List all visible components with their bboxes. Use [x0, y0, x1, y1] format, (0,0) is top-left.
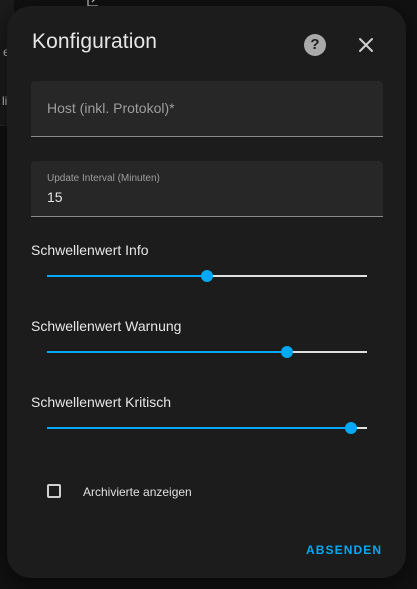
slider-info[interactable] — [47, 269, 367, 283]
update-interval-field[interactable]: Update Interval (Minuten) 15 — [31, 161, 383, 217]
close-button[interactable] — [355, 34, 377, 56]
slider-thumb[interactable] — [201, 270, 213, 282]
archived-checkbox[interactable] — [47, 484, 61, 498]
slider-warnung[interactable] — [47, 345, 367, 359]
host-field-placeholder: Host (inkl. Protokol)* — [47, 100, 175, 116]
update-interval-value: 15 — [47, 189, 63, 205]
slider-label-warnung: Schwellenwert Warnung — [31, 318, 182, 334]
dialog-title: Konfiguration — [32, 30, 158, 53]
submit-button[interactable]: ABSENDEN — [306, 543, 382, 557]
slider-thumb[interactable] — [345, 422, 357, 434]
close-icon — [359, 38, 373, 52]
slider-label-info: Schwellenwert Info — [31, 242, 149, 258]
archived-checkbox-label: Archivierte anzeigen — [83, 485, 192, 499]
configuration-dialog: Konfiguration ? Host (inkl. Protokol)* U… — [7, 6, 406, 578]
slider-fill — [47, 275, 207, 277]
host-field[interactable]: Host (inkl. Protokol)* — [31, 81, 383, 137]
slider-label-kritisch: Schwellenwert Kritisch — [31, 394, 172, 410]
slider-thumb[interactable] — [281, 346, 293, 358]
question-circle-icon: ? — [310, 36, 320, 53]
update-interval-label: Update Interval (Minuten) — [47, 173, 160, 184]
slider-fill — [47, 351, 287, 353]
help-button[interactable]: ? — [304, 34, 326, 56]
slider-kritisch[interactable] — [47, 421, 367, 435]
slider-fill — [47, 427, 351, 429]
